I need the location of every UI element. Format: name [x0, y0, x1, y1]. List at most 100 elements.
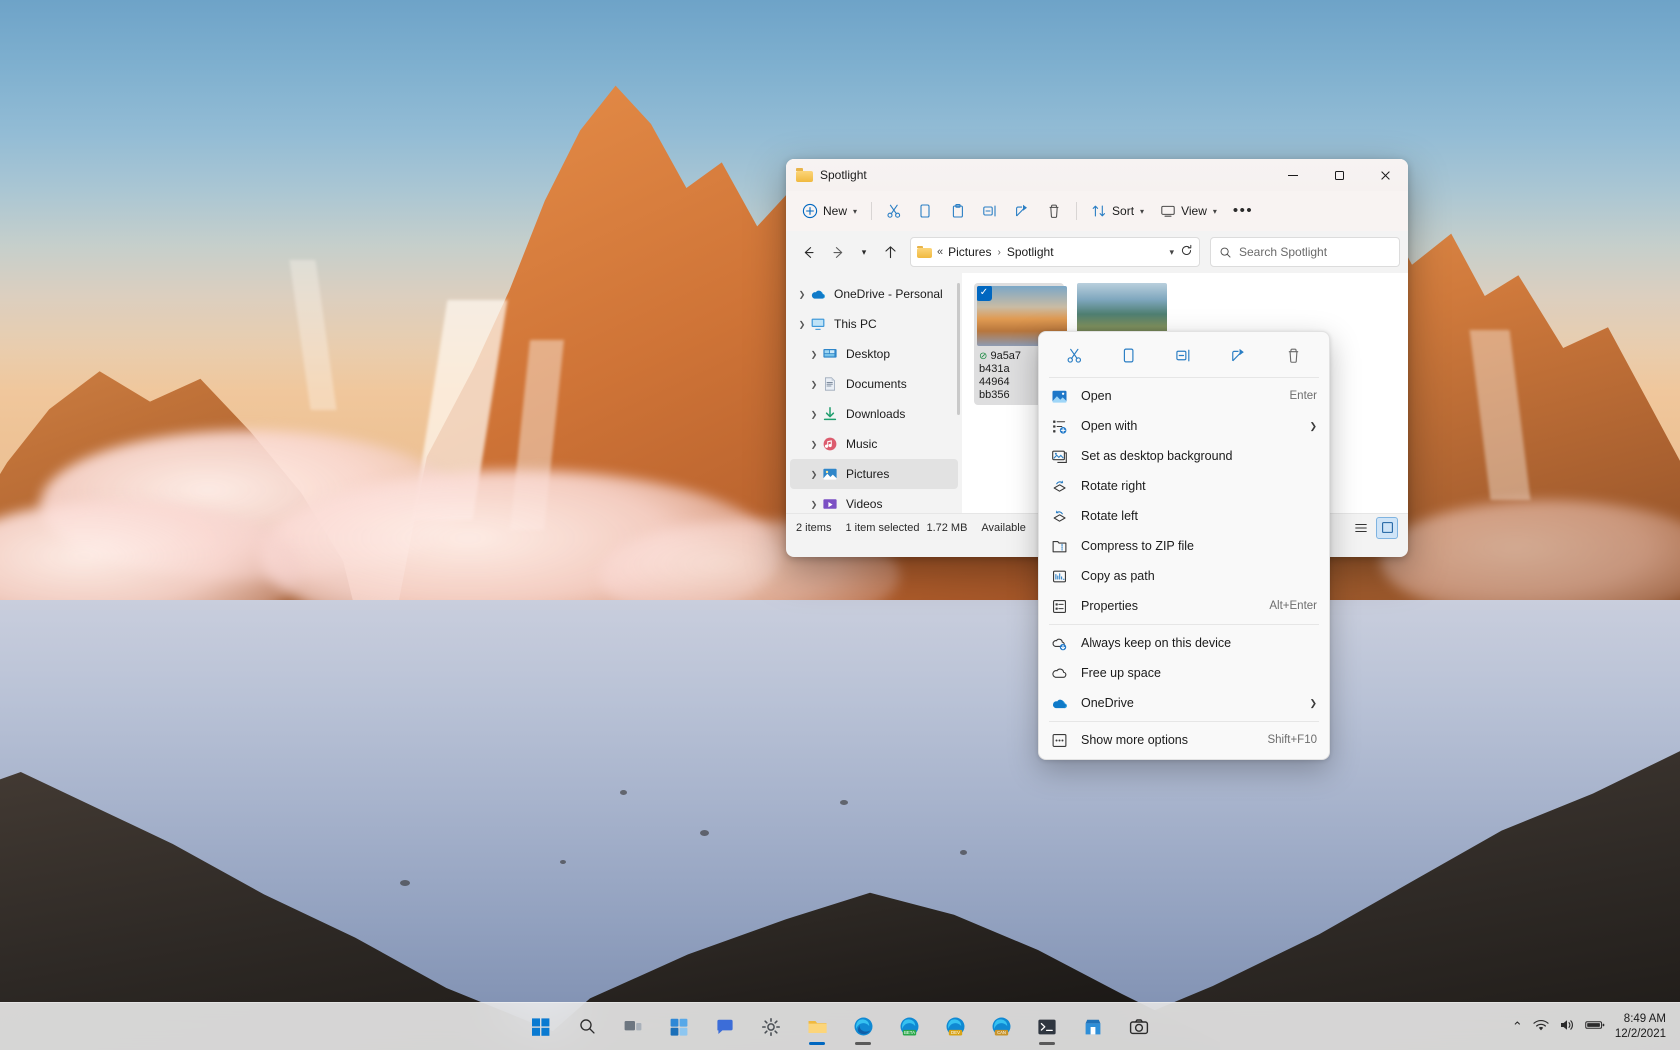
search-box[interactable]: Search Spotlight — [1210, 237, 1400, 267]
see-more-button[interactable]: ••• — [1225, 196, 1261, 226]
menu-item-label: Compress to ZIP file — [1081, 539, 1317, 553]
menu-item-properties[interactable]: Properties Alt+Enter — [1043, 591, 1325, 621]
taskbar-buttons: BETA DEV CAN — [0, 1007, 1680, 1047]
chevron-right-icon[interactable]: ❯ — [806, 350, 822, 359]
window-title-bar[interactable]: Spotlight — [786, 159, 1408, 191]
forward-button[interactable] — [824, 238, 852, 266]
rename-button[interactable] — [1167, 340, 1201, 370]
search-icon — [1219, 246, 1232, 259]
sidebar-item-this-pc[interactable]: ❯ This PC — [790, 309, 958, 339]
share-button[interactable] — [1006, 196, 1038, 226]
chevron-right-icon[interactable]: ❯ — [806, 380, 822, 389]
copy-button[interactable] — [1112, 340, 1146, 370]
edge-canary-button[interactable]: CAN — [981, 1007, 1021, 1047]
sidebar-item-music[interactable]: ❯ Music — [790, 429, 958, 459]
search-input[interactable]: Search Spotlight — [1239, 245, 1327, 259]
task-view-button[interactable] — [613, 1007, 653, 1047]
address-dropdown-button[interactable]: ▾ — [1169, 247, 1174, 258]
sidebar-item-onedrive-personal[interactable]: ❯ OneDrive - Personal — [790, 279, 958, 309]
share-icon — [1230, 347, 1247, 364]
sidebar-item-pictures[interactable]: ❯ Pictures — [790, 459, 958, 489]
divider — [1049, 624, 1319, 625]
navigation-scrollbar[interactable] — [957, 283, 960, 415]
delete-button[interactable] — [1038, 196, 1070, 226]
sidebar-item-desktop[interactable]: ❯ Desktop — [790, 339, 958, 369]
folder-icon — [807, 1016, 828, 1037]
breadcrumb-pictures[interactable]: Pictures — [948, 245, 991, 259]
camera-button[interactable] — [1119, 1007, 1159, 1047]
share-icon — [1014, 203, 1030, 219]
breadcrumb-spotlight[interactable]: Spotlight — [1007, 245, 1054, 259]
minimize-button[interactable] — [1270, 159, 1316, 191]
refresh-button[interactable] — [1180, 244, 1193, 260]
file-explorer-button[interactable] — [797, 1007, 837, 1047]
widgets-button[interactable] — [659, 1007, 699, 1047]
back-button[interactable] — [794, 238, 822, 266]
sort-button[interactable]: Sort ▾ — [1083, 196, 1152, 226]
chevron-right-icon[interactable]: ❯ — [806, 440, 822, 449]
chevron-right-icon[interactable]: ❯ — [794, 290, 810, 299]
up-button[interactable] — [876, 238, 904, 266]
close-button[interactable] — [1362, 159, 1408, 191]
menu-item-set-as-desktop-background[interactable]: Set as desktop background — [1043, 441, 1325, 471]
settings-button[interactable] — [751, 1007, 791, 1047]
network-icon[interactable] — [1533, 1018, 1549, 1035]
delete-button[interactable] — [1277, 340, 1311, 370]
menu-item-copy-as-path[interactable]: Copy as path — [1043, 561, 1325, 591]
clock-time: 8:49 AM — [1615, 1012, 1666, 1027]
sidebar-item-documents[interactable]: ❯ Documents — [790, 369, 958, 399]
chat-button[interactable] — [705, 1007, 745, 1047]
share-button[interactable] — [1222, 340, 1256, 370]
taskbar: BETA DEV CAN — [0, 1002, 1680, 1050]
start-button[interactable] — [521, 1007, 561, 1047]
rename-button[interactable] — [974, 196, 1006, 226]
edge-dev-button[interactable]: DEV — [935, 1007, 975, 1047]
sidebar-item-downloads[interactable]: ❯ Downloads — [790, 399, 958, 429]
ellipsis-icon: ••• — [1233, 206, 1253, 216]
volume-icon[interactable] — [1559, 1018, 1575, 1035]
details-view-button[interactable] — [1350, 517, 1372, 539]
view-button[interactable]: View ▾ — [1152, 196, 1225, 226]
address-bar[interactable]: « Pictures › Spotlight ▾ — [910, 237, 1200, 267]
chat-icon — [715, 1017, 735, 1037]
breadcrumb-overflow[interactable]: « — [937, 246, 943, 258]
sidebar-item-videos[interactable]: ❯ Videos — [790, 489, 958, 513]
paste-button[interactable] — [942, 196, 974, 226]
menu-item-always-keep-on-this-device[interactable]: Always keep on this device — [1043, 628, 1325, 658]
menu-item-rotate-left[interactable]: Rotate left — [1043, 501, 1325, 531]
copy-button[interactable] — [910, 196, 942, 226]
edge-canary-icon: CAN — [991, 1016, 1012, 1037]
large-icons-view-button[interactable] — [1376, 517, 1398, 539]
new-button[interactable]: New ▾ — [794, 196, 865, 226]
grid-view-icon — [1381, 521, 1394, 534]
menu-item-show-more-options[interactable]: Show more options Shift+F10 — [1043, 725, 1325, 755]
chevron-down-icon[interactable]: ❯ — [794, 320, 810, 329]
menu-item-onedrive[interactable]: OneDrive ❯ — [1043, 688, 1325, 718]
recent-locations-button[interactable]: ▾ — [854, 238, 874, 266]
list-view-icon — [1354, 521, 1368, 535]
svg-text:DEV: DEV — [951, 1030, 960, 1035]
selection-checkbox[interactable]: ✓ — [977, 286, 992, 301]
chevron-right-icon[interactable]: ❯ — [806, 410, 822, 419]
menu-item-rotate-right[interactable]: Rotate right — [1043, 471, 1325, 501]
edge-beta-button[interactable]: BETA — [889, 1007, 929, 1047]
edge-button[interactable] — [843, 1007, 883, 1047]
chevron-up-icon[interactable]: ⌃ — [1512, 1019, 1523, 1035]
menu-item-compress-to-zip-file[interactable]: Compress to ZIP file — [1043, 531, 1325, 561]
menu-item-open-with[interactable]: Open with ❯ — [1043, 411, 1325, 441]
edge-beta-icon: BETA — [899, 1016, 920, 1037]
chevron-right-icon[interactable]: ❯ — [806, 470, 822, 479]
clock[interactable]: 8:49 AM 12/2/2021 — [1615, 1012, 1666, 1042]
store-button[interactable] — [1073, 1007, 1113, 1047]
battery-icon[interactable] — [1585, 1019, 1605, 1034]
context-menu[interactable]: Open Enter Open with ❯ Set as desktop ba… — [1038, 331, 1330, 760]
menu-item-free-up-space[interactable]: Free up space — [1043, 658, 1325, 688]
search-button[interactable] — [567, 1007, 607, 1047]
cut-button[interactable] — [878, 196, 910, 226]
terminal-button[interactable] — [1027, 1007, 1067, 1047]
chevron-right-icon[interactable]: ❯ — [806, 500, 822, 509]
cut-button[interactable] — [1057, 340, 1091, 370]
maximize-button[interactable] — [1316, 159, 1362, 191]
view-icon — [1160, 203, 1176, 219]
menu-item-open[interactable]: Open Enter — [1043, 381, 1325, 411]
